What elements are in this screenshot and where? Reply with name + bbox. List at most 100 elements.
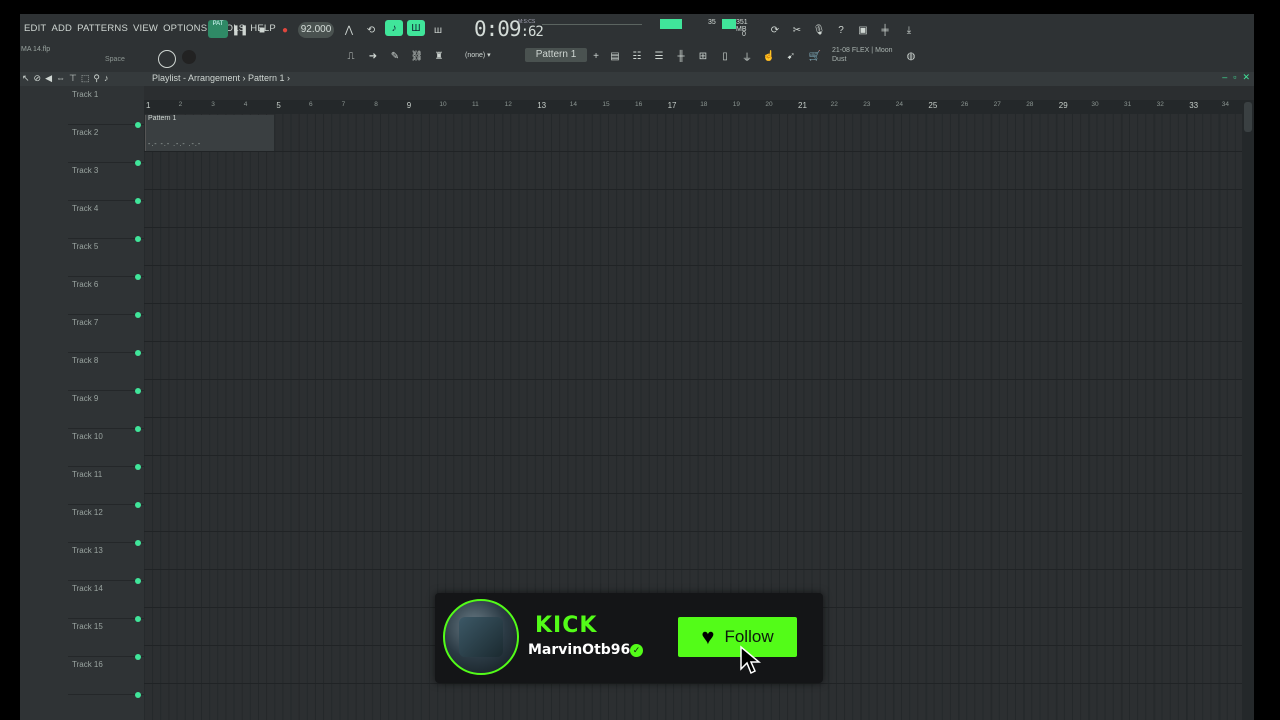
track-header[interactable]: Track 8: [68, 352, 144, 394]
touch-icon[interactable]: ☝: [760, 48, 778, 64]
arrow-right-icon[interactable]: ➜: [364, 48, 382, 64]
track-header[interactable]: Track 1: [68, 86, 144, 128]
oscilloscope: [542, 24, 642, 25]
track-header[interactable]: Track 16: [68, 656, 144, 698]
record-icon[interactable]: ●: [276, 22, 294, 38]
playback-tool-icon[interactable]: ♪: [104, 73, 109, 84]
piano-roll-icon[interactable]: ⎍: [342, 48, 360, 64]
vertical-scrollbar[interactable]: [1242, 100, 1254, 720]
countdown-icon[interactable]: ♪: [385, 20, 403, 36]
track-header[interactable]: Track 11: [68, 466, 144, 508]
tempo-display[interactable]: 92.000: [298, 22, 334, 38]
ruler-bar-number: 23: [863, 101, 871, 108]
tempo-tap-icon[interactable]: ➹: [782, 48, 800, 64]
loop-record-icon[interactable]: ш: [429, 22, 447, 38]
add-pattern-icon[interactable]: +: [587, 48, 605, 64]
scrollbar-thumb[interactable]: [1244, 102, 1252, 132]
playlist-title[interactable]: Playlist - Arrangement › Pattern 1 ›: [152, 73, 290, 83]
ruler-bar-number: 34: [1221, 101, 1230, 108]
pattern-select[interactable]: Pattern 1: [525, 48, 587, 62]
stamp-icon[interactable]: ♜: [430, 48, 448, 64]
plug-icon[interactable]: ⏚: [738, 48, 756, 64]
minimize-icon[interactable]: –: [1222, 72, 1227, 83]
mixer-view-icon[interactable]: ☰: [650, 48, 668, 64]
plugin-select[interactable]: (none) ▾: [465, 51, 491, 59]
maximize-icon[interactable]: ▫: [1233, 72, 1236, 83]
track-header[interactable]: Track 14: [68, 580, 144, 622]
master-pitch-knob[interactable]: [182, 50, 196, 64]
timeline-ruler[interactable]: 1 2 3 4 5 6 7 8 9 10 11 12 13 14 15 16 17 18 19 20 21 22 23 24 2…: [144, 100, 1242, 114]
ruler-bar-number: 7: [341, 101, 346, 108]
cut-icon[interactable]: ✂: [788, 22, 806, 38]
track-header[interactable]: Track 3: [68, 162, 144, 204]
ruler-bar-number: 31: [1124, 101, 1132, 108]
blend-notes-icon[interactable]: Ш: [407, 20, 425, 36]
track-header[interactable]: Track 7: [68, 314, 144, 356]
master-volume-knob[interactable]: [158, 50, 176, 68]
main-toolbar: EDIT ADD PATTERNS VIEW OPTIONS TOOLS HEL…: [20, 14, 1254, 74]
track-header[interactable]: Track 6: [68, 276, 144, 318]
brush-icon[interactable]: ✎: [386, 48, 404, 64]
slice-tool-icon[interactable]: ⊤: [69, 73, 77, 84]
globe-icon[interactable]: ◍: [902, 48, 920, 64]
memory-bar: [722, 19, 736, 29]
ruler-bar-number: 6: [309, 101, 313, 108]
pattern-clip[interactable]: Pattern 1 -.- -.- .-.- .-.-: [145, 115, 274, 151]
mute-tool-icon[interactable]: ⊘: [34, 73, 42, 84]
polyphony-value: 0: [742, 31, 746, 38]
cart-icon[interactable]: 🛒: [806, 48, 824, 64]
track-header[interactable]: Track 13: [68, 542, 144, 584]
file-icon[interactable]: ▯: [716, 48, 734, 64]
ruler-bar-number: 5: [276, 101, 281, 110]
track-header[interactable]: Track 10: [68, 428, 144, 470]
channel-rack-icon[interactable]: ☷: [628, 48, 646, 64]
news-panel[interactable]: 21-08 FLEX | Moon Dust: [832, 46, 912, 64]
track-header[interactable]: Track 5: [68, 238, 144, 280]
track-header[interactable]: Track 2: [68, 124, 144, 166]
faders-icon[interactable]: ╫: [672, 48, 690, 64]
track-header[interactable]: Track 4: [68, 200, 144, 242]
track-label: Track 8: [72, 356, 99, 365]
microphone-icon[interactable]: 🎙: [810, 22, 828, 38]
ruler-bar-number: 29: [1058, 101, 1068, 110]
ruler-bar-number: 18: [700, 101, 708, 108]
track-mute-led[interactable]: [135, 692, 141, 698]
download-icon[interactable]: ⤓: [900, 22, 918, 38]
menu-edit[interactable]: EDIT: [24, 23, 46, 34]
zoom-tool-icon[interactable]: ⚲: [93, 73, 100, 84]
ruler-bar-number: 20: [765, 101, 773, 108]
wait-input-icon[interactable]: ⟲: [362, 22, 380, 38]
browser-icon[interactable]: ⊞: [694, 48, 712, 64]
track-header[interactable]: Track 9: [68, 390, 144, 432]
cpu-memory-monitor: 35 351 MB 0: [660, 19, 760, 41]
speaker-icon[interactable]: ◀: [45, 73, 52, 84]
slip-tool-icon[interactable]: ⇔: [56, 73, 65, 84]
mixer-icon[interactable]: ╪: [876, 22, 894, 38]
link-icon[interactable]: ⛓: [408, 48, 426, 64]
menu-patterns[interactable]: PATTERNS: [77, 23, 128, 34]
close-icon[interactable]: ✕: [1242, 72, 1250, 83]
project-filename: MA 14.flp: [21, 46, 51, 53]
playlist-icon[interactable]: ▤: [606, 48, 624, 64]
undo-history-icon[interactable]: ⟳: [766, 22, 784, 38]
stop-icon[interactable]: ■: [253, 22, 271, 38]
track-header[interactable]: Track 12: [68, 504, 144, 546]
menu-options[interactable]: OPTIONS: [163, 23, 207, 34]
ruler-bar-number: 3: [211, 101, 215, 108]
ruler-bar-number: 17: [667, 101, 677, 110]
menu-view[interactable]: VIEW: [133, 23, 158, 34]
help-icon[interactable]: ?: [832, 22, 850, 38]
follow-button[interactable]: ♥ Follow: [678, 617, 797, 657]
save-icon[interactable]: ▣: [854, 22, 872, 38]
metronome-icon[interactable]: ⋀: [340, 22, 358, 38]
menu-add[interactable]: ADD: [51, 23, 72, 34]
pause-icon[interactable]: ❚❚: [231, 22, 249, 38]
track-header[interactable]: Track 15: [68, 618, 144, 660]
pat-song-toggle[interactable]: PAT: [208, 20, 228, 38]
space-label: Space: [105, 56, 125, 63]
ruler-bar-number: 1: [146, 101, 151, 110]
ruler-bar-number: 19: [732, 101, 741, 108]
arrow-tool-icon[interactable]: ↖: [22, 73, 30, 84]
track-label: Track 12: [72, 508, 103, 517]
select-tool-icon[interactable]: ⬚: [81, 73, 90, 84]
